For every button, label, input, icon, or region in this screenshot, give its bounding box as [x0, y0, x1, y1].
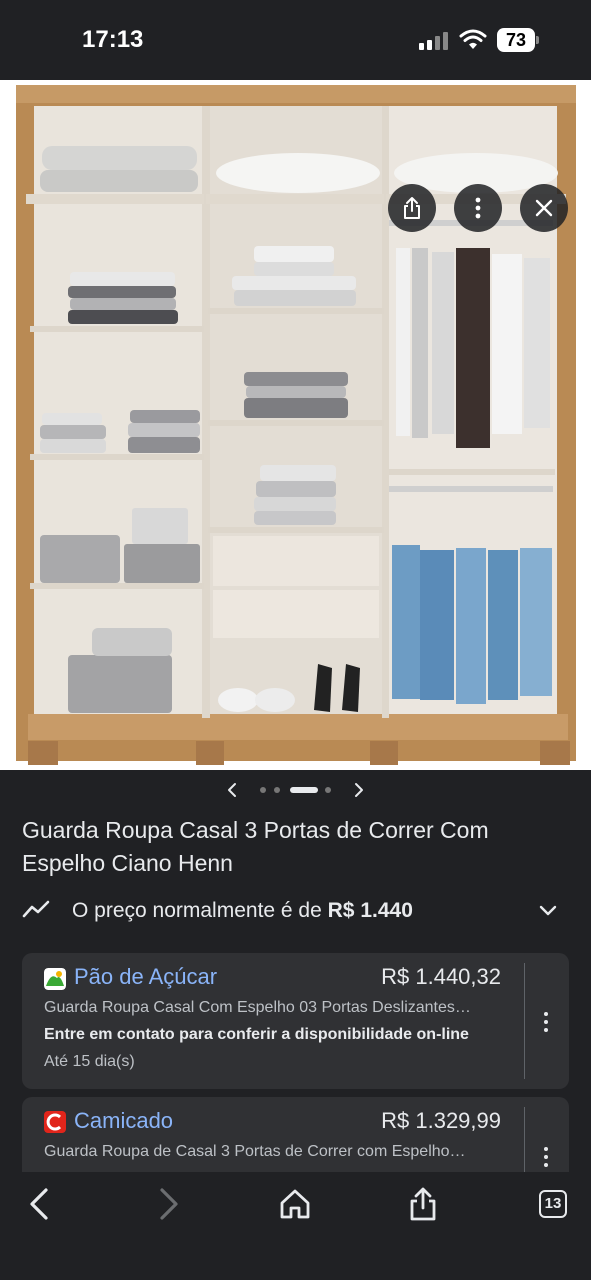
card-divider	[524, 963, 525, 1079]
carousel-prev-button[interactable]	[220, 778, 244, 802]
back-icon[interactable]	[22, 1186, 58, 1222]
share-icon	[404, 197, 420, 219]
pao-de-acucar-logo-icon	[44, 968, 66, 990]
offer-more-options-button[interactable]	[538, 1145, 554, 1169]
battery-level: 73	[497, 28, 535, 52]
carousel-dot[interactable]	[325, 787, 331, 793]
forward-icon[interactable]	[150, 1186, 186, 1222]
typical-price-prefix: O preço normalmente é de	[72, 899, 328, 922]
wifi-icon	[459, 29, 487, 49]
close-icon	[535, 199, 553, 217]
typical-price-value: R$ 1.440	[327, 899, 413, 922]
product-image-viewer[interactable]	[0, 80, 591, 770]
chevron-down-icon[interactable]	[537, 901, 559, 921]
card-divider	[524, 1107, 525, 1172]
offer-availability: Entre em contato para conferir a disponi…	[44, 1026, 469, 1043]
status-bar: 17:13 73	[0, 0, 591, 80]
product-title: Guarda Roupa Casal 3 Portas de Correr Co…	[22, 817, 489, 876]
tabs-icon[interactable]: 13	[539, 1190, 567, 1218]
status-time: 17:13	[82, 26, 144, 53]
offer-store-name[interactable]: Pão de Açúcar	[74, 964, 217, 990]
typical-price-row[interactable]: O preço normalmente é de R$ 1.440	[22, 893, 567, 929]
offer-shipping: Até 15 dia(s)	[44, 1053, 135, 1070]
browser-toolbar: 13	[0, 1172, 591, 1280]
offer-card-camicado[interactable]: Camicado R$ 1.329,99 Guarda Roupa de Cas…	[22, 1097, 569, 1172]
carousel-dot[interactable]	[274, 787, 280, 793]
chevron-right-icon	[355, 783, 363, 797]
offer-card-pao-de-acucar[interactable]: Pão de Açúcar R$ 1.440,32 Guarda Roupa C…	[22, 953, 569, 1089]
trending-icon	[22, 900, 50, 918]
offer-price: R$ 1.440,32	[381, 964, 501, 989]
typical-price-text: O preço normalmente é de R$ 1.440	[72, 899, 413, 923]
more-vertical-icon	[475, 197, 481, 219]
product-photo-wardrobe	[0, 80, 591, 770]
chevron-left-icon	[228, 783, 236, 797]
offer-description: Guarda Roupa de Casal 3 Portas de Correr…	[44, 1143, 466, 1160]
offer-price: R$ 1.329,99	[381, 1108, 501, 1133]
carousel-dot[interactable]	[260, 787, 266, 793]
carousel-next-button[interactable]	[347, 778, 371, 802]
close-viewer-button[interactable]	[520, 184, 568, 232]
offer-description: Guarda Roupa Casal Com Espelho 03 Portas…	[44, 999, 471, 1016]
camicado-logo-icon	[44, 1111, 66, 1133]
share-image-button[interactable]	[388, 184, 436, 232]
cellular-signal-icon	[419, 32, 451, 50]
offer-store-name[interactable]: Camicado	[74, 1108, 173, 1134]
share-icon[interactable]	[405, 1186, 441, 1222]
image-carousel	[0, 770, 591, 810]
battery-icon: 73	[497, 28, 539, 52]
carousel-dot-active[interactable]	[290, 787, 318, 793]
home-icon[interactable]	[277, 1186, 313, 1222]
offer-more-options-button[interactable]	[538, 1010, 554, 1034]
more-options-button[interactable]	[454, 184, 502, 232]
